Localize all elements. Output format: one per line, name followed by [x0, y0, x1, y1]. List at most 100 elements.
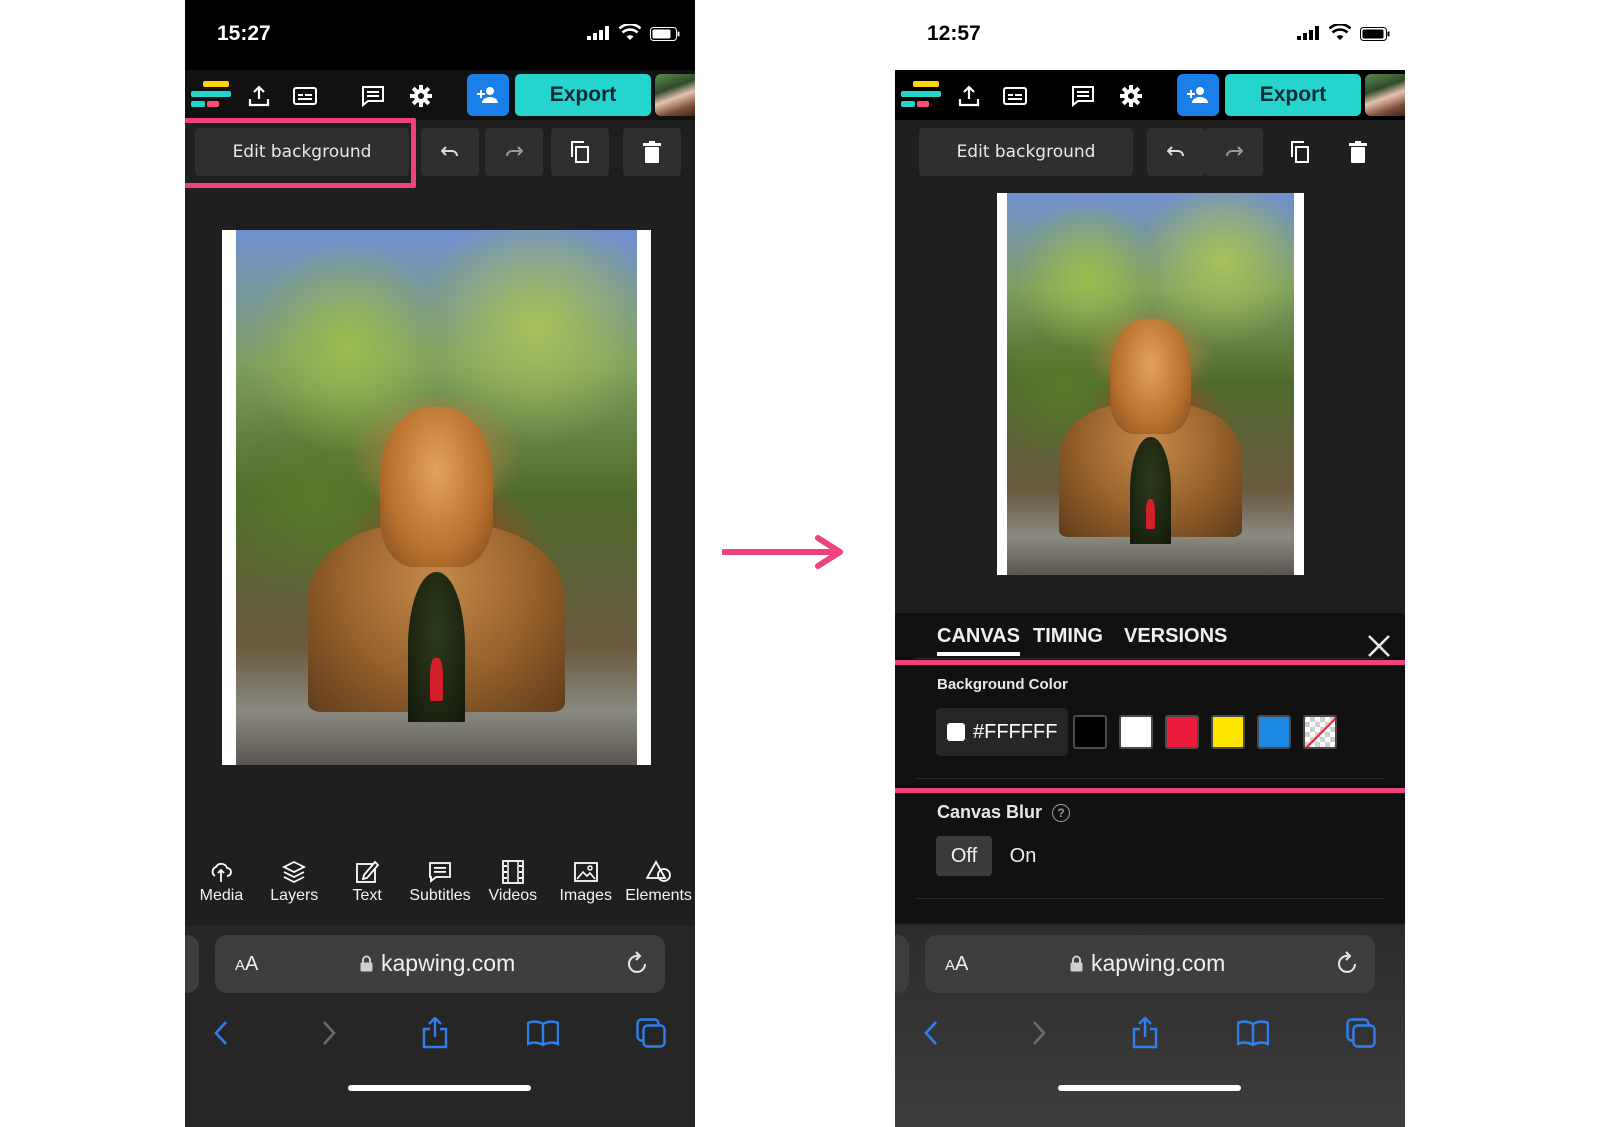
copy-icon	[571, 141, 589, 163]
undo-button[interactable]	[421, 128, 479, 176]
swatch-transparent[interactable]	[1303, 715, 1337, 749]
redo-icon	[1226, 146, 1243, 157]
url-host: kapwing.com	[1070, 950, 1225, 977]
tool-videos[interactable]: Videos	[476, 845, 549, 915]
canvas-settings-panel: CANVAS TIMING VERSIONS	[895, 613, 1405, 923]
divider	[915, 778, 1385, 779]
reader-text-size-button[interactable]: AA	[235, 953, 258, 976]
background-color-hex-field[interactable]: #FFFFFF	[936, 708, 1068, 756]
back-button[interactable]	[911, 1013, 951, 1053]
blur-off-option[interactable]: Off	[936, 836, 992, 876]
reload-icon[interactable]	[627, 951, 649, 975]
share-button[interactable]	[415, 1013, 455, 1053]
redo-button[interactable]	[485, 128, 543, 176]
safari-nav-row	[185, 1007, 695, 1057]
canvas-action-bar: Edit background	[185, 128, 695, 178]
status-bar: 15:27	[185, 0, 695, 70]
tabs-button[interactable]	[631, 1013, 671, 1053]
close-icon	[1368, 635, 1390, 657]
lock-icon	[1070, 955, 1083, 972]
reader-text-size-button[interactable]: AA	[945, 953, 968, 976]
safari-nav-row	[895, 1007, 1405, 1057]
chevron-left-icon	[924, 1021, 937, 1045]
canvas-photo	[1007, 193, 1294, 575]
canvas[interactable]	[222, 230, 651, 765]
upload-icon[interactable]	[243, 80, 275, 112]
duplicate-button[interactable]	[1271, 128, 1329, 176]
tab-versions[interactable]: VERSIONS	[1124, 625, 1227, 648]
current-color-chip	[947, 723, 965, 741]
tool-label: Elements	[625, 887, 692, 904]
tool-images[interactable]: Images	[549, 845, 622, 915]
captions-icon[interactable]	[289, 80, 321, 112]
undo-button[interactable]	[1147, 128, 1205, 176]
chevron-right-icon	[1033, 1021, 1046, 1045]
swatch-red[interactable]	[1165, 715, 1199, 749]
url-bar[interactable]: AA kapwing.com	[925, 935, 1375, 993]
comments-icon[interactable]	[357, 80, 389, 112]
edit-background-button[interactable]: Edit background	[195, 128, 409, 176]
tool-label: Images	[559, 887, 612, 904]
previous-tab-peek[interactable]	[895, 935, 909, 993]
swatch-black[interactable]	[1073, 715, 1107, 749]
home-indicator	[348, 1085, 531, 1091]
previous-tab-peek[interactable]	[185, 935, 199, 993]
lock-icon	[360, 955, 373, 972]
copy-icon	[1291, 141, 1309, 163]
tool-label: Layers	[270, 887, 319, 904]
canvas-blur-label: Canvas Blur ?	[937, 802, 1071, 823]
tab-canvas[interactable]: CANVAS	[937, 625, 1020, 656]
captions-icon[interactable]	[999, 80, 1031, 112]
comments-icon[interactable]	[1067, 80, 1099, 112]
image-icon	[573, 859, 598, 885]
share-button[interactable]	[1125, 1013, 1165, 1053]
export-button[interactable]: Export	[1225, 74, 1361, 116]
url-bar[interactable]: AA kapwing.com	[215, 935, 665, 993]
kapwing-logo-icon[interactable]	[901, 79, 943, 111]
avatar[interactable]	[655, 74, 695, 116]
tool-subtitles[interactable]: Subtitles	[404, 845, 477, 915]
export-button[interactable]: Export	[515, 74, 651, 116]
wifi-icon	[1329, 24, 1351, 40]
delete-button[interactable]	[623, 128, 681, 176]
reload-icon[interactable]	[1337, 951, 1359, 975]
swatch-white[interactable]	[1119, 715, 1153, 749]
edit-background-button[interactable]: Edit background	[919, 128, 1133, 176]
redo-button[interactable]	[1205, 128, 1263, 176]
tab-timing[interactable]: TIMING	[1033, 625, 1103, 648]
blur-on-option[interactable]: On	[1001, 836, 1045, 876]
upload-icon[interactable]	[953, 80, 985, 112]
wifi-icon	[619, 24, 641, 40]
settings-gear-icon[interactable]	[1115, 80, 1147, 112]
invite-collaborator-button[interactable]	[467, 74, 509, 116]
canvas[interactable]	[997, 193, 1304, 575]
delete-button[interactable]	[1329, 128, 1387, 176]
tool-text[interactable]: Text	[331, 845, 404, 915]
battery-icon	[1360, 27, 1390, 41]
duplicate-button[interactable]	[551, 128, 609, 176]
close-panel-button[interactable]	[1364, 631, 1394, 661]
add-user-icon	[477, 87, 498, 103]
bookmarks-button[interactable]	[1233, 1013, 1273, 1053]
url-host-text: kapwing.com	[381, 950, 516, 976]
back-button[interactable]	[201, 1013, 241, 1053]
forward-button[interactable]	[1019, 1013, 1059, 1053]
avatar[interactable]	[1365, 74, 1405, 116]
tool-elements[interactable]: Elements	[622, 845, 695, 915]
tabs-button[interactable]	[1341, 1013, 1381, 1053]
subtitles-icon	[428, 859, 452, 885]
swatch-blue[interactable]	[1257, 715, 1291, 749]
invite-collaborator-button[interactable]	[1177, 74, 1219, 116]
bookmarks-button[interactable]	[523, 1013, 563, 1053]
help-icon[interactable]: ?	[1052, 803, 1071, 822]
settings-gear-icon[interactable]	[405, 80, 437, 112]
kapwing-logo-icon[interactable]	[191, 79, 233, 111]
tool-label: Text	[352, 887, 382, 904]
tool-layers[interactable]: Layers	[258, 845, 331, 915]
swatch-yellow[interactable]	[1211, 715, 1245, 749]
trash-icon	[643, 141, 661, 163]
tool-media[interactable]: Media	[185, 845, 258, 915]
forward-button[interactable]	[309, 1013, 349, 1053]
add-user-icon	[1187, 87, 1208, 103]
status-time: 12:57	[927, 22, 981, 45]
